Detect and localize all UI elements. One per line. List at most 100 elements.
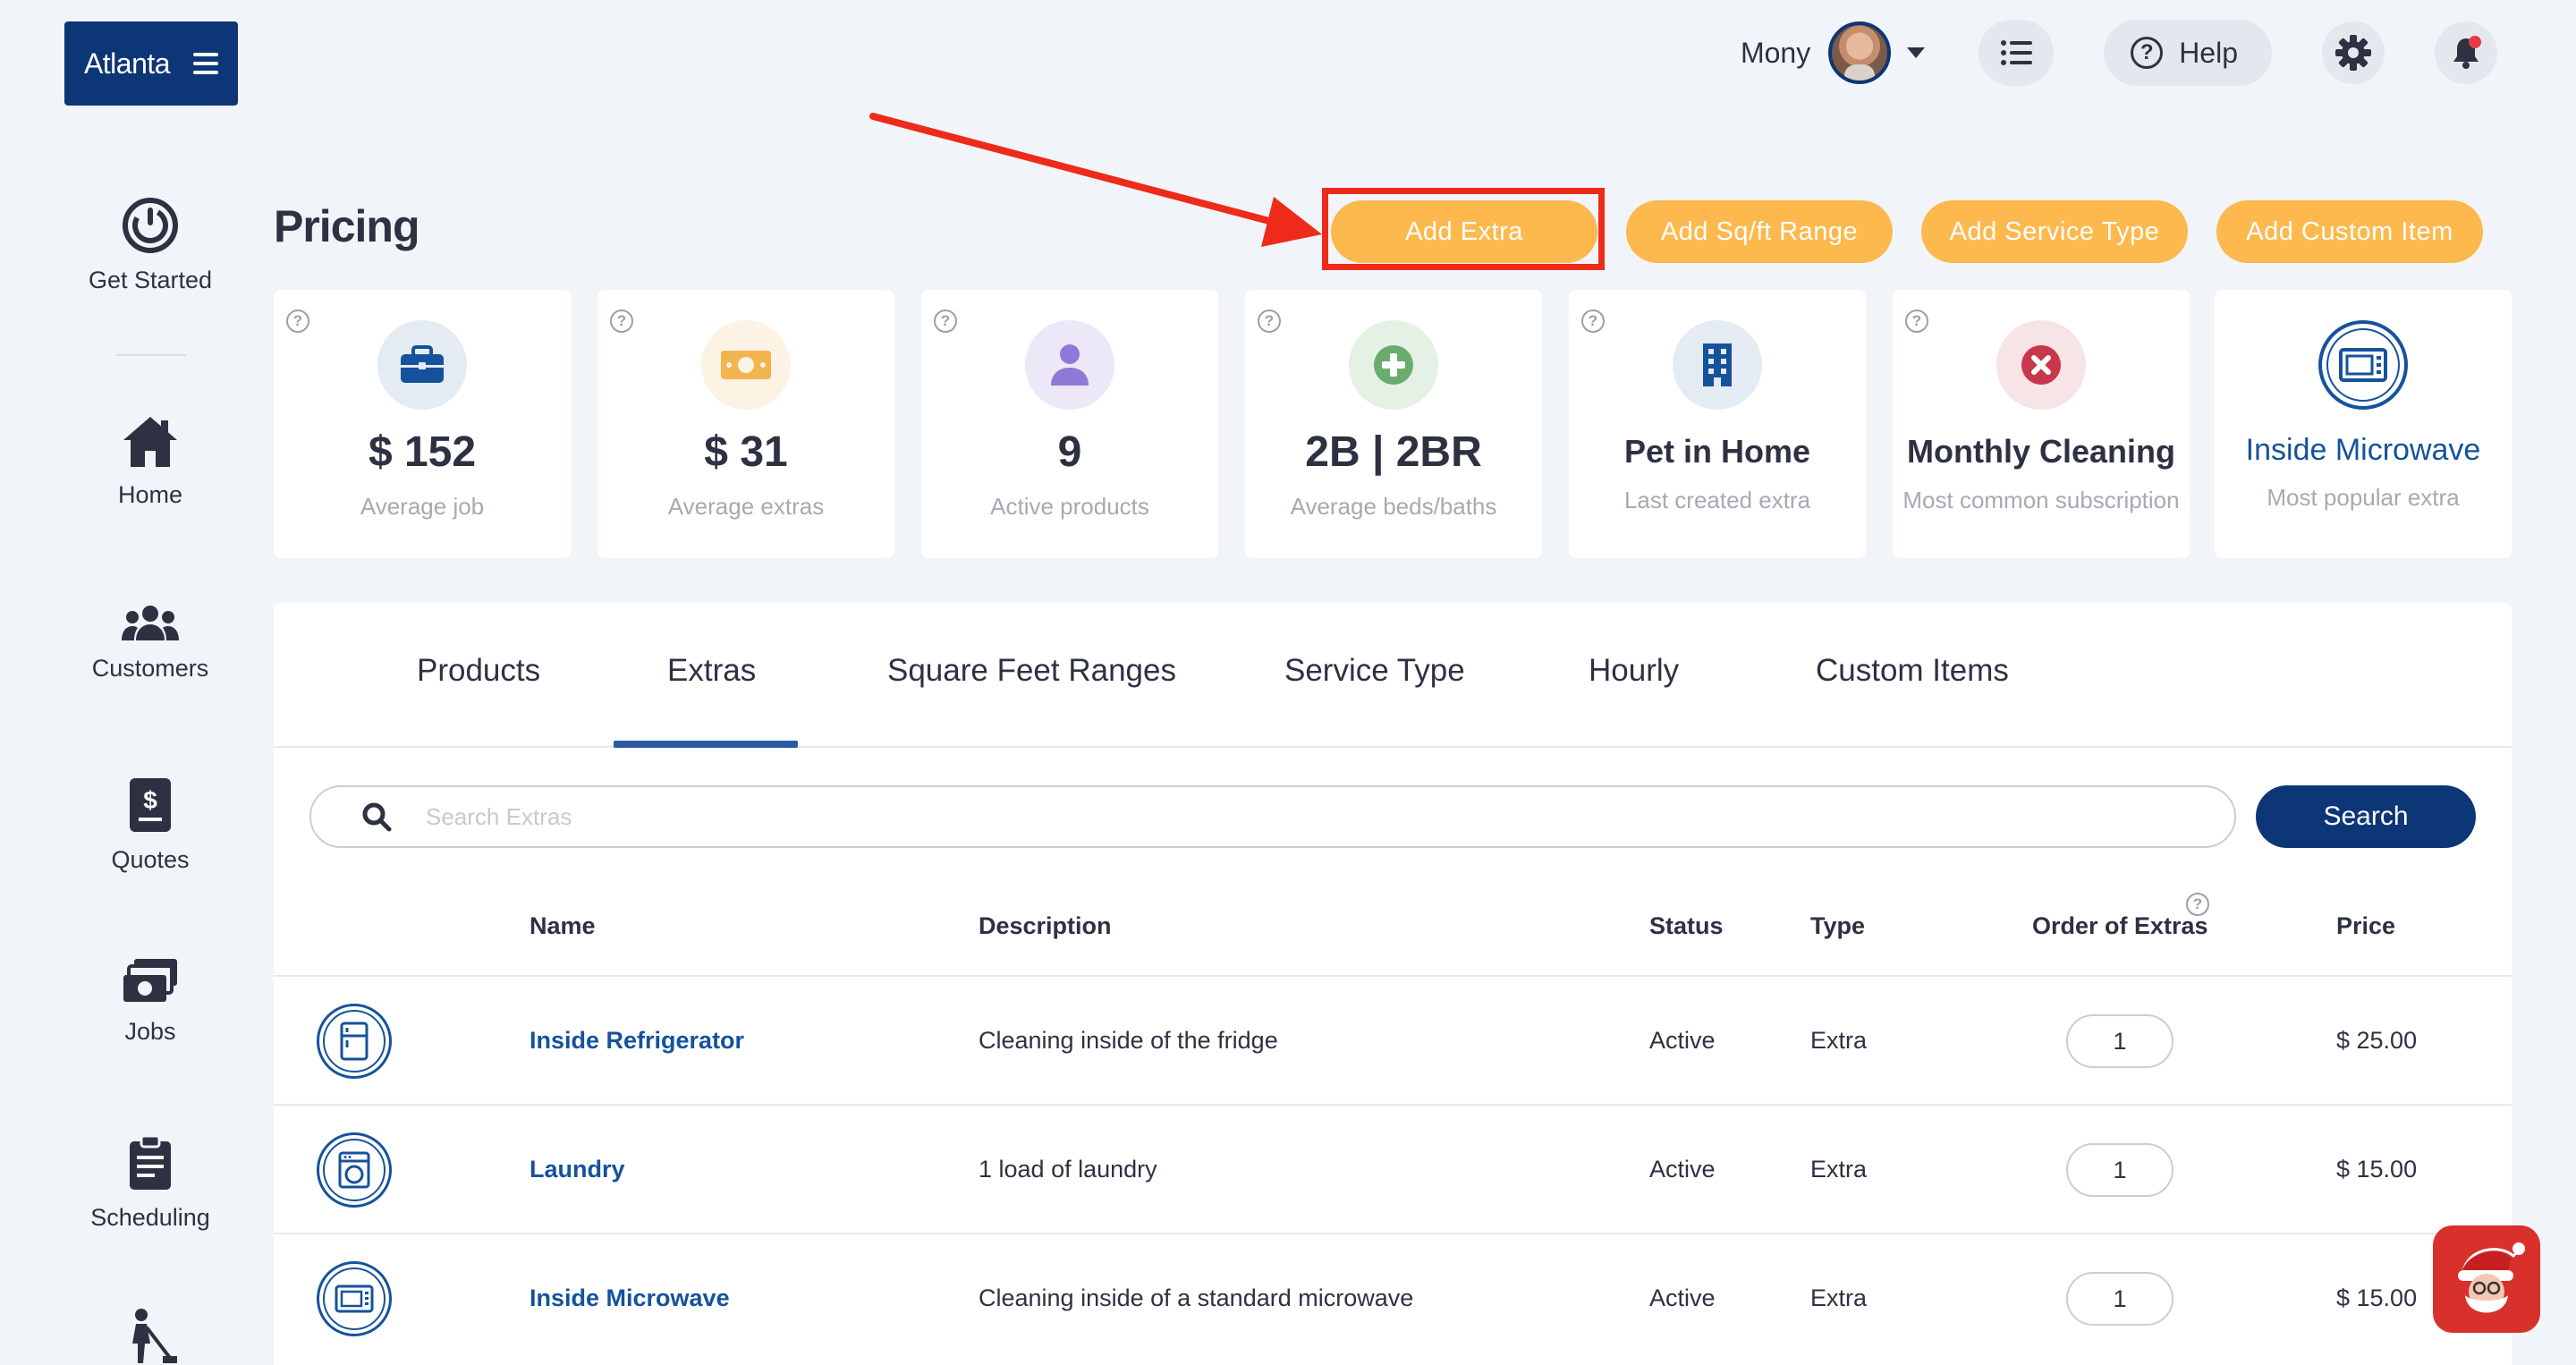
info-icon[interactable]: ? <box>1258 309 1281 333</box>
cleaner-icon <box>132 1309 177 1363</box>
order-input[interactable]: 1 <box>2066 1143 2174 1197</box>
stat-value: $ 152 <box>368 428 477 476</box>
stat-label: Most common subscription <box>1902 487 2180 513</box>
sidebar-item-cleaning[interactable] <box>0 1308 301 1365</box>
search-input[interactable] <box>426 802 2125 831</box>
notifications-button[interactable] <box>2435 21 2497 84</box>
stat-card-average-beds-baths: ? 2B | 2BR Average beds/baths <box>1245 290 1542 558</box>
info-icon[interactable]: ? <box>286 309 309 333</box>
extra-name-link[interactable]: Inside Microwave <box>530 1284 730 1312</box>
settings-button[interactable] <box>2322 21 2385 84</box>
tab-hourly[interactable]: Hourly <box>1589 653 1679 689</box>
add-custom-item-button[interactable]: Add Custom Item <box>2216 200 2483 263</box>
column-header-status[interactable]: Status <box>1649 912 1724 940</box>
stat-label: Last created extra <box>1623 487 1811 513</box>
tab-square-feet-ranges[interactable]: Square Feet Ranges <box>887 653 1176 689</box>
microwave-icon <box>2318 320 2408 410</box>
tab-custom-items[interactable]: Custom Items <box>1816 653 2009 689</box>
extra-type: Extra <box>1810 1284 1868 1311</box>
stat-card-average-extras: ? $ 31 Average extras <box>597 290 894 558</box>
stat-card-last-created-extra: ? Pet in Home Last created extra <box>1569 290 1866 558</box>
info-icon[interactable]: ? <box>934 309 957 333</box>
sidebar-item-label: Scheduling <box>90 1204 210 1231</box>
info-icon[interactable]: ? <box>2186 893 2209 916</box>
stat-value: 9 <box>1057 428 1082 476</box>
stat-value: $ 31 <box>704 428 788 476</box>
column-header-name[interactable]: Name <box>530 912 596 940</box>
extra-status: Active <box>1649 1156 1716 1183</box>
help-button[interactable]: ? Help <box>2104 20 2272 86</box>
column-header-description[interactable]: Description <box>979 912 1112 940</box>
stat-card-most-common-subscription: ? Monthly Cleaning Most common subscript… <box>1893 290 2190 558</box>
stat-value: 2B | 2BR <box>1305 428 1482 476</box>
home-icon <box>123 417 177 467</box>
sidebar-item-home[interactable]: Home <box>0 415 301 509</box>
stat-label: Most popular extra <box>2267 484 2460 511</box>
user-name[interactable]: Mony <box>1741 37 1810 70</box>
brand-city: Atlanta <box>83 47 171 80</box>
extra-price: $ 25.00 <box>2336 1027 2418 1054</box>
stat-card-most-popular-extra: ? Inside Microwave Most popular extra <box>2215 290 2512 558</box>
table-row[interactable]: Inside Microwave Cleaning inside of a st… <box>274 1233 2512 1361</box>
extra-name-link[interactable]: Inside Refrigerator <box>530 1027 744 1055</box>
list-view-button[interactable] <box>1979 20 2055 86</box>
stat-label: Average job <box>360 493 485 520</box>
brand-menu-button[interactable]: Atlanta <box>64 21 238 106</box>
search-icon <box>362 802 392 832</box>
extra-price: $ 15.00 <box>2336 1284 2418 1311</box>
order-input[interactable]: 1 <box>2066 1014 2174 1068</box>
sidebar-item-label: Customers <box>91 655 209 682</box>
info-icon[interactable]: ? <box>1581 309 1605 333</box>
santa-icon <box>2458 1242 2525 1313</box>
add-sqft-range-button[interactable]: Add Sq/ft Range <box>1626 200 1893 263</box>
chevron-down-icon[interactable] <box>1907 47 1926 58</box>
stat-label: Average beds/baths <box>1290 493 1497 520</box>
topbar: Mony ? Help <box>1741 20 2497 86</box>
tab-service-type[interactable]: Service Type <box>1284 653 1465 689</box>
extras-panel: Products Extras Square Feet Ranges Servi… <box>274 603 2512 1365</box>
avatar[interactable] <box>1828 21 1892 84</box>
building-icon <box>1673 320 1762 410</box>
tab-extras[interactable]: Extras <box>667 653 756 689</box>
page-title: Pricing <box>274 201 419 251</box>
add-service-type-button[interactable]: Add Service Type <box>1921 200 2188 263</box>
power-icon <box>123 198 178 253</box>
table-row[interactable]: Laundry 1 load of laundry Active Extra 1… <box>274 1104 2512 1233</box>
extra-description: Cleaning inside of the fridge <box>979 1027 1278 1054</box>
search-field[interactable] <box>309 785 2236 848</box>
highlight-box <box>1322 188 1605 270</box>
column-header-price[interactable]: Price <box>2336 912 2395 940</box>
list-icon <box>2001 40 2033 65</box>
extra-status: Active <box>1649 1027 1716 1054</box>
stat-value: Monthly Cleaning <box>1907 433 2175 470</box>
tab-products[interactable]: Products <box>417 653 540 689</box>
chat-widget-button[interactable] <box>2433 1225 2540 1333</box>
sidebar-item-get-started[interactable]: Get Started <box>0 197 301 294</box>
extra-name-link[interactable]: Laundry <box>530 1156 625 1183</box>
notification-dot <box>2469 36 2481 48</box>
order-input[interactable]: 1 <box>2066 1272 2174 1326</box>
extra-description: 1 load of laundry <box>979 1156 1157 1183</box>
info-icon[interactable]: ? <box>610 309 633 333</box>
column-header-type[interactable]: Type <box>1810 912 1865 940</box>
search-button[interactable]: Search <box>2256 785 2476 848</box>
microwave-icon <box>317 1261 392 1336</box>
stat-value[interactable]: Inside Microwave <box>2246 433 2481 468</box>
stat-label: Active products <box>990 493 1149 520</box>
column-header-order[interactable]: Order of Extras <box>2032 912 2208 940</box>
help-label: Help <box>2179 36 2238 69</box>
active-tab-indicator <box>614 741 798 748</box>
washing-machine-icon <box>317 1132 392 1208</box>
sidebar-item-quotes[interactable]: $ Quotes <box>0 776 301 874</box>
annotation-arrow <box>869 113 1322 247</box>
sidebar-item-jobs[interactable]: Jobs <box>0 957 301 1046</box>
sidebar-item-label: Home <box>117 481 183 508</box>
stat-card-average-job: ? $ 152 Average job <box>274 290 571 558</box>
stat-label: Average extras <box>667 493 825 520</box>
sidebar-item-scheduling[interactable]: Scheduling <box>0 1134 301 1232</box>
table-row[interactable]: Inside Refrigerator Cleaning inside of t… <box>274 975 2512 1104</box>
sidebar-item-customers[interactable]: Customers <box>0 603 301 682</box>
extra-status: Active <box>1649 1284 1716 1311</box>
info-icon[interactable]: ? <box>1905 309 1928 333</box>
extra-description: Cleaning inside of a standard microwave <box>979 1284 1414 1311</box>
